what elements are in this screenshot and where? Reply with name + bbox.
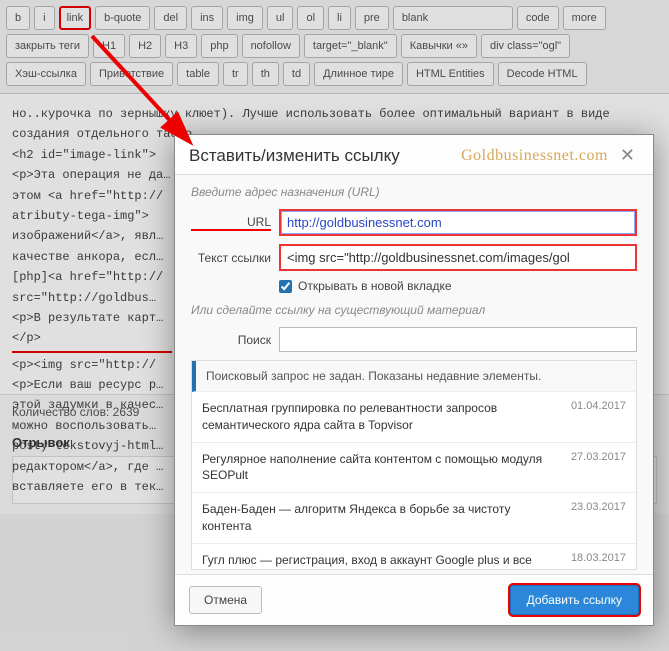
existing-hint: Или сделайте ссылку на существующий мате… xyxy=(191,303,637,317)
result-date: 23.03.2017 xyxy=(571,501,626,535)
result-item[interactable]: Баден-Баден — алгоритм Яндекса в борьбе … xyxy=(192,493,636,544)
result-item[interactable]: Гугл плюс — регистрация, вход в аккаунт … xyxy=(192,544,636,570)
cancel-button[interactable]: Отмена xyxy=(189,586,262,614)
results-header: Поисковый запрос не задан. Показаны неда… xyxy=(192,361,636,392)
modal-body: Введите адрес назначения (URL) URL Текст… xyxy=(175,175,653,574)
link-text-input[interactable] xyxy=(279,244,637,271)
search-input[interactable] xyxy=(279,327,637,352)
result-item[interactable]: Регулярное наполнение сайта контентом с … xyxy=(192,443,636,494)
new-tab-checkbox[interactable] xyxy=(279,280,292,293)
url-hint: Введите адрес назначения (URL) xyxy=(191,185,637,199)
insert-link-modal: Вставить/изменить ссылку Goldbusinessnet… xyxy=(174,134,654,626)
result-item[interactable]: Бесплатная группировка по релевантности … xyxy=(192,392,636,443)
link-text-row: Текст ссылки xyxy=(191,244,637,271)
url-input[interactable] xyxy=(279,209,637,236)
new-tab-label: Открывать в новой вкладке xyxy=(298,279,452,293)
link-text-label: Текст ссылки xyxy=(191,251,271,265)
result-date: 27.03.2017 xyxy=(571,451,626,485)
url-row: URL xyxy=(191,209,637,236)
result-date: 18.03.2017 xyxy=(571,552,626,570)
search-results: Поисковый запрос не задан. Показаны неда… xyxy=(191,360,637,570)
result-title: Баден-Баден — алгоритм Яндекса в борьбе … xyxy=(202,501,563,535)
url-label: URL xyxy=(191,215,271,231)
modal-header: Вставить/изменить ссылку Goldbusinessnet… xyxy=(175,135,653,175)
add-link-button[interactable]: Добавить ссылку xyxy=(510,585,639,615)
search-label: Поиск xyxy=(191,333,271,347)
result-date: 01.04.2017 xyxy=(571,400,626,434)
search-row: Поиск xyxy=(191,327,637,352)
result-title: Регулярное наполнение сайта контентом с … xyxy=(202,451,563,485)
close-icon[interactable]: ✕ xyxy=(616,145,639,166)
result-title: Бесплатная группировка по релевантности … xyxy=(202,400,563,434)
result-title: Гугл плюс — регистрация, вход в аккаунт … xyxy=(202,552,563,570)
new-tab-row: Открывать в новой вкладке xyxy=(191,279,637,293)
modal-title: Вставить/изменить ссылку xyxy=(189,146,400,166)
brand-watermark: Goldbusinessnet.com xyxy=(400,147,616,165)
modal-footer: Отмена Добавить ссылку xyxy=(175,574,653,625)
